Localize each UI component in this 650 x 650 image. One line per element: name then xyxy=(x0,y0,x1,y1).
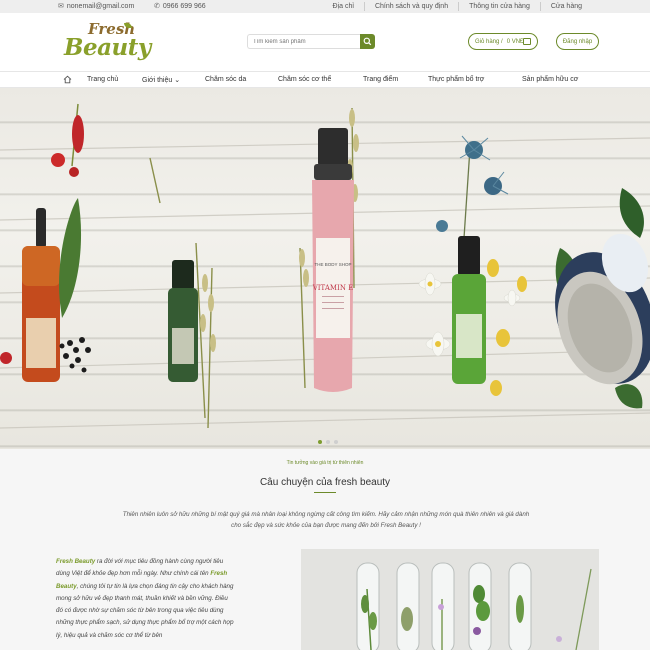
site-header: Fresh Beauty Giỏ hàng / 0 VNĐ Đăng nhập xyxy=(0,13,650,71)
login-button[interactable]: Đăng nhập xyxy=(556,33,599,50)
top-link-store[interactable]: Cửa hàng xyxy=(539,2,592,11)
phone-text: 0966 699 966 xyxy=(162,2,206,10)
vitamin-e-bottle: THE BODY SHOP VITAMIN E xyxy=(312,128,354,392)
nav-item-makeup[interactable]: Trang điểm xyxy=(363,76,398,83)
nav-item-organic[interactable]: Sản phẩm hữu cơ xyxy=(522,76,578,83)
clay-mask-jar xyxy=(555,233,650,385)
site-logo[interactable]: Fresh Beauty xyxy=(64,19,151,67)
logo-word-beauty: Beauty xyxy=(64,34,151,61)
slider-dot-3[interactable] xyxy=(334,440,338,444)
cart-label: Giỏ hàng / xyxy=(475,38,503,45)
slider-dot-2[interactable] xyxy=(326,440,330,444)
bottle-brand-label: THE BODY SHOP xyxy=(315,262,352,267)
hero-image: THE BODY SHOP VITAMIN E xyxy=(0,103,650,429)
nav-item-about[interactable]: Giới thiệu ⌄ xyxy=(142,76,180,84)
top-link-policy[interactable]: Chính sách và quy định xyxy=(363,2,458,11)
search-form xyxy=(247,34,375,49)
nav-item-bodycare[interactable]: Chăm sóc cơ thể xyxy=(278,76,331,83)
bottle-product-label: VITAMIN E xyxy=(312,284,354,292)
story-body-part-2: , chúng tôi tự tin là lựa chọn đáng tin … xyxy=(56,582,234,639)
story-body: Fresh Beauty ra đời với mục tiêu đồng hà… xyxy=(56,556,234,642)
tea-tree-bottle xyxy=(168,260,198,382)
test-tubes-image xyxy=(301,549,599,650)
cart-button[interactable]: Giỏ hàng / 0 VNĐ xyxy=(468,33,538,50)
section-title: Câu chuyện của fresh beauty xyxy=(259,477,391,488)
top-links: Địa chỉ Chính sách và quy định Thông tin… xyxy=(323,2,592,11)
search-input[interactable] xyxy=(247,34,361,49)
story-photo xyxy=(301,549,599,650)
email-text: nonemail@gmail.com xyxy=(66,2,135,10)
search-button[interactable] xyxy=(360,34,375,49)
phone-contact[interactable]: ✆ 0966 699 966 xyxy=(154,2,206,11)
search-icon xyxy=(363,37,372,46)
section-kicker: Tin tưởng vào giá trị từ thiên nhiên xyxy=(286,460,364,466)
section-intro: Thiên nhiên luôn sở hữu những bí mật quý… xyxy=(122,511,530,529)
story-section: Tin tưởng vào giá trị từ thiên nhiên Câu… xyxy=(0,449,650,650)
top-link-address[interactable]: Địa chỉ xyxy=(323,2,364,11)
top-bar: ✉ nonemail@gmail.com ✆ 0966 699 966 Địa … xyxy=(0,0,650,13)
nav-item-supplements[interactable]: Thực phẩm bổ trợ xyxy=(428,76,484,83)
shopping-bag-icon xyxy=(523,38,531,45)
cart-total: 0 VNĐ xyxy=(506,38,525,45)
hero-slider[interactable]: THE BODY SHOP VITAMIN E xyxy=(0,88,650,449)
mail-icon: ✉ xyxy=(58,3,64,10)
nav-item-home[interactable]: Trang chủ xyxy=(87,76,118,83)
top-link-store-info[interactable]: Thông tin cửa hàng xyxy=(458,2,540,11)
home-icon[interactable] xyxy=(63,75,72,84)
red-serum-bottle xyxy=(22,208,60,382)
slider-dot-1[interactable] xyxy=(318,440,322,444)
email-contact[interactable]: ✉ nonemail@gmail.com xyxy=(58,2,135,11)
nav-item-skincare[interactable]: Chăm sóc da xyxy=(205,76,246,83)
title-underline xyxy=(314,492,336,493)
phone-icon: ✆ xyxy=(154,3,160,10)
slider-dots xyxy=(318,440,338,444)
main-nav: Trang chủ Giới thiệu ⌄ Chăm sóc da Chăm … xyxy=(0,71,650,88)
green-essence-bottle xyxy=(452,236,486,384)
brand-highlight-1: Fresh Beauty xyxy=(56,558,96,565)
